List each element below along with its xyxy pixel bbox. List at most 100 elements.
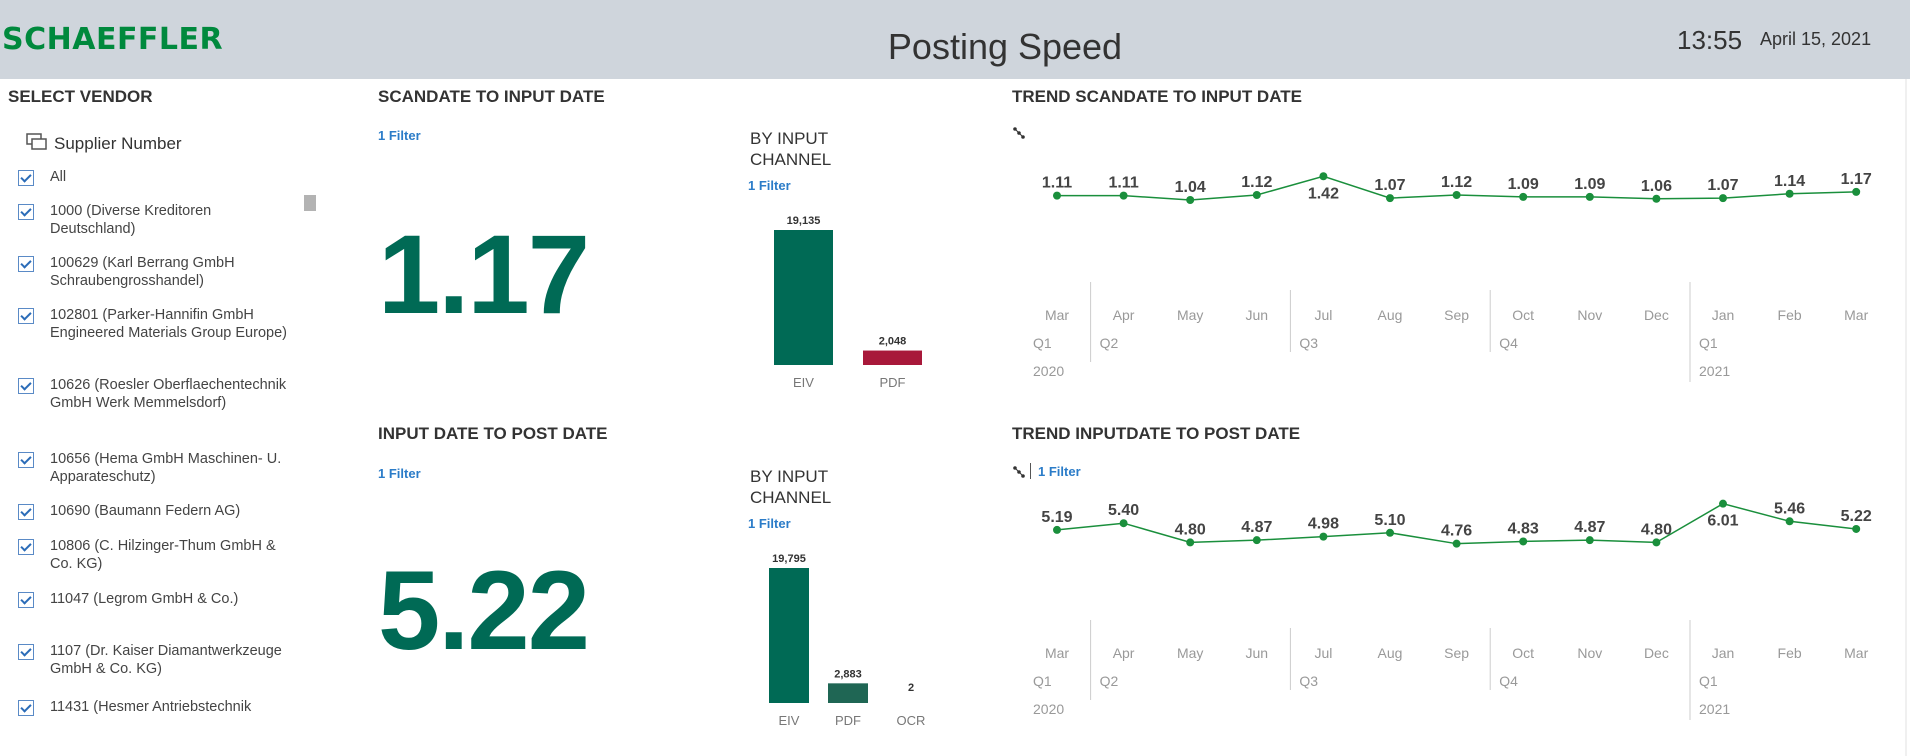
bar-value-label: 2,048 (879, 336, 907, 348)
page-title: Posting Speed (887, 26, 1123, 67)
x-month-label: Aug (1378, 307, 1403, 323)
trend-post-filter-link[interactable]: 1 Filter (1038, 464, 1081, 479)
data-point-label: 1.42 (1308, 185, 1339, 202)
data-point-label: 4.87 (1241, 519, 1272, 536)
vendor-checkbox[interactable] (18, 644, 34, 660)
vendor-checkbox[interactable] (18, 204, 34, 220)
data-point[interactable] (1452, 539, 1461, 548)
data-point-label: 1.04 (1175, 179, 1206, 196)
data-point[interactable] (1785, 517, 1794, 526)
data-point[interactable] (1652, 538, 1661, 547)
vendor-checkbox[interactable] (18, 308, 34, 324)
data-point[interactable] (1319, 532, 1328, 541)
scan-filter-link[interactable]: 1 Filter (378, 128, 421, 143)
x-month-label: Jun (1246, 307, 1269, 323)
data-point[interactable] (1252, 536, 1261, 545)
data-point-label: 5.19 (1041, 509, 1072, 526)
vendor-list-scrollbar[interactable] (304, 195, 316, 211)
bar-category-label: PDF (835, 713, 861, 728)
x-month-label: Mar (1045, 645, 1069, 661)
data-point[interactable] (1186, 196, 1195, 204)
data-point-label: 1.07 (1707, 177, 1738, 194)
data-point[interactable] (1519, 192, 1528, 201)
x-month-label: Sep (1444, 307, 1469, 323)
trend-scan-title: TREND SCANDATE TO INPUT DATE (1012, 87, 1302, 106)
data-point-label: 5.10 (1374, 512, 1405, 529)
data-point[interactable] (1719, 194, 1727, 203)
vendor-filter-list[interactable]: Supplier Number All 1000 (Diverse Kredito… (0, 120, 300, 720)
data-point[interactable] (1852, 187, 1861, 196)
hierarchy-drill-icon[interactable] (1012, 126, 1026, 140)
data-point[interactable] (1585, 192, 1594, 201)
bar-pdf[interactable] (863, 350, 922, 365)
trend-scan-line-chart: 1.11 1.11 1.04 1.12 1.42 1.07 1.12 1.09 1.09 1.06… (1033, 171, 1872, 382)
data-point-label: 4.80 (1175, 521, 1206, 538)
x-year-label: 2020 (1033, 363, 1064, 379)
vendor-checkbox[interactable] (18, 504, 34, 520)
bar-value-label: 2,883 (834, 668, 862, 680)
x-quarter-label: Q3 (1299, 673, 1318, 689)
data-point-label: 5.22 (1841, 508, 1872, 525)
post-channel-title-line2: CHANNEL (750, 488, 832, 507)
data-point[interactable] (1119, 191, 1128, 200)
x-month-label: Oct (1512, 645, 1534, 661)
data-point-label: 4.83 (1508, 520, 1539, 537)
vendor-label: 10806 (C. Hilzinger-Thum GmbH & Co. KG) (50, 538, 276, 572)
data-point[interactable] (1252, 191, 1261, 199)
hierarchy-drill-icon[interactable] (1012, 465, 1026, 479)
data-point-label: 4.76 (1441, 523, 1472, 540)
data-point-label: 4.87 (1574, 519, 1605, 536)
data-point[interactable] (1852, 524, 1861, 533)
data-point[interactable] (1519, 537, 1528, 546)
vendor-label: All (50, 169, 67, 185)
x-quarter-label: Q1 (1033, 335, 1052, 351)
x-month-label: Mar (1844, 307, 1868, 323)
data-point[interactable] (1719, 499, 1727, 508)
data-point[interactable] (1386, 528, 1394, 537)
data-point-label: 1.09 (1574, 176, 1605, 193)
scan-channel-bar-chart: 19,135 EIV 2,048 PDF (774, 215, 922, 390)
vendor-checkbox[interactable] (18, 539, 34, 555)
data-point[interactable] (1386, 194, 1394, 203)
x-year-label: 2021 (1699, 701, 1730, 717)
data-point[interactable] (1452, 191, 1461, 199)
data-point-label: 1.09 (1508, 176, 1539, 193)
vendor-label: 10656 (Hema GmbH Maschinen- U. Apparates… (50, 451, 282, 485)
bar-category-label: PDF (880, 375, 906, 390)
x-month-label: May (1177, 645, 1203, 661)
multi-select-icon (26, 133, 47, 150)
vendor-checkbox[interactable] (18, 452, 34, 468)
bar-eiv[interactable] (774, 230, 833, 365)
post-channel-filter-link[interactable]: 1 Filter (748, 516, 791, 531)
data-point[interactable] (1053, 191, 1061, 200)
data-point[interactable] (1652, 194, 1661, 203)
x-quarter-label: Q2 (1100, 335, 1119, 351)
vendor-checkbox[interactable] (18, 170, 34, 186)
data-point[interactable] (1186, 538, 1195, 547)
bar-eiv[interactable] (769, 568, 809, 703)
post-kpi-value: 5.22 (378, 548, 590, 673)
post-filter-link[interactable]: 1 Filter (378, 466, 421, 481)
vendor-checkbox[interactable] (18, 378, 34, 394)
vendor-label: 11047 (Legrom GmbH & Co.) (50, 591, 239, 607)
data-point[interactable] (1119, 519, 1128, 528)
vendor-label: 102801 (Parker-Hannifin GmbH Engineered … (50, 307, 287, 341)
vendor-checkbox[interactable] (18, 700, 34, 716)
post-section-title: INPUT DATE TO POST DATE (378, 424, 608, 443)
vendor-label: 10626 (Roesler Oberflaechentechnik GmbH … (50, 377, 287, 411)
vendor-checkbox[interactable] (18, 256, 34, 272)
data-point-label: 4.98 (1308, 516, 1339, 533)
data-point[interactable] (1585, 536, 1594, 545)
data-point[interactable] (1319, 172, 1328, 181)
scan-channel-filter-link[interactable]: 1 Filter (748, 178, 791, 193)
data-point[interactable] (1785, 189, 1794, 198)
panel-divider (1905, 79, 1907, 756)
data-point-label: 1.12 (1441, 174, 1472, 191)
x-month-label: Jul (1314, 307, 1332, 323)
data-point[interactable] (1053, 525, 1061, 534)
vendor-checkbox[interactable] (18, 592, 34, 608)
x-month-label: May (1177, 307, 1203, 323)
bar-pdf[interactable] (828, 683, 868, 703)
data-point-label: 1.06 (1641, 178, 1672, 195)
scan-section-title: SCANDATE TO INPUT DATE (378, 87, 605, 106)
